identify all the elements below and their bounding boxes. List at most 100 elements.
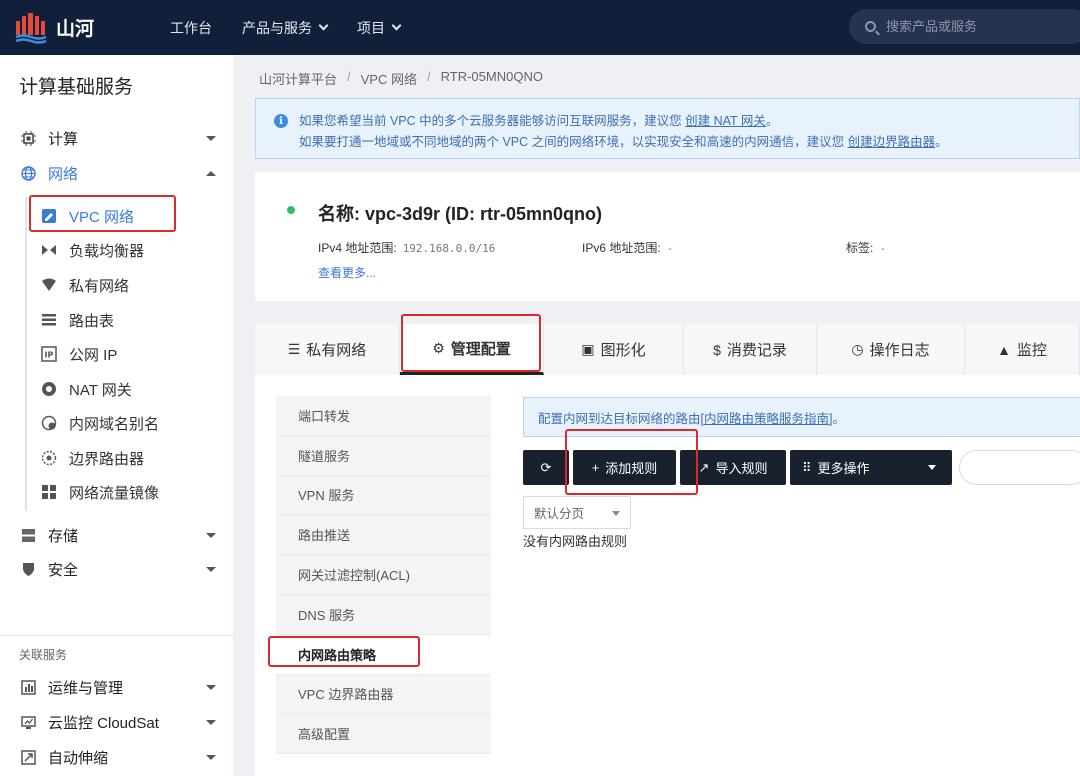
breadcrumb-separator: / bbox=[347, 69, 351, 84]
toolbar: ⟳ + 添加规则 ↗ 导入规则 ⠿ 更多操作 bbox=[523, 450, 956, 485]
storage-icon bbox=[20, 527, 36, 543]
route-policy-guide-link[interactable]: 内网路由策略服务指南 bbox=[704, 408, 829, 427]
tip-text: 配置内网到达目标网络的路由[ bbox=[538, 411, 704, 426]
caret-down-icon bbox=[206, 684, 216, 690]
subnav-advanced[interactable]: 高级配置 bbox=[276, 714, 491, 755]
search-box bbox=[849, 9, 1080, 44]
subnav-vpc-border-router[interactable]: VPC 边界路由器 bbox=[276, 674, 491, 715]
detail-tabs: ☰ 私有网络 ⚙ 管理配置 ▣ 图形化 $ 消费记录 ◷ 操作日志 ▲ 监控 bbox=[255, 324, 1080, 375]
refresh-icon: ⟳ bbox=[540, 459, 552, 475]
sidebar-item-border-router[interactable]: 边界路由器 bbox=[40, 441, 144, 475]
tags-value: - bbox=[879, 242, 886, 255]
topnav-projects-label: 项目 bbox=[357, 19, 385, 36]
logo-icon bbox=[14, 11, 48, 45]
topnav-products[interactable]: 产品与服务 bbox=[242, 18, 329, 38]
sidebar-item-traffic-mirror[interactable]: 网络流量镜像 bbox=[40, 475, 159, 509]
alert-line-1: 如果您希望当前 VPC 中的多个云服务器能够访问互联网服务，建议您 创建 NAT… bbox=[299, 110, 778, 129]
tip-end: ]。 bbox=[829, 411, 845, 426]
load-balancer-icon bbox=[40, 241, 58, 259]
tags: 标签: - bbox=[846, 239, 886, 256]
sidebar-item-route-table[interactable]: 路由表 bbox=[40, 303, 114, 337]
sidebar-item-nat-gateway[interactable]: NAT 网关 bbox=[40, 372, 132, 406]
add-rule-label: 添加规则 bbox=[605, 461, 658, 476]
tab-management-config[interactable]: ⚙ 管理配置 bbox=[400, 324, 544, 375]
plus-icon: + bbox=[591, 460, 600, 475]
alert-line-2: 如果要打通一地域或不同地域的两个 VPC 之间的网络环境，以实现安全和高速的内网… bbox=[299, 131, 948, 150]
pagination-select[interactable]: 默认分页 bbox=[523, 496, 631, 529]
tab-label: 操作日志 bbox=[869, 342, 930, 359]
grid-icon: ⠿ bbox=[802, 459, 812, 475]
create-border-router-link[interactable]: 创建边界路由器 bbox=[848, 135, 936, 149]
subnav-tunnel[interactable]: 隧道服务 bbox=[276, 435, 491, 476]
sidebar-item-label: 网络流量镜像 bbox=[69, 484, 160, 502]
subnav-route-push[interactable]: 路由推送 bbox=[276, 515, 491, 556]
dollar-icon: $ bbox=[713, 341, 721, 358]
sidebar-item-label: 负载均衡器 bbox=[69, 242, 145, 260]
vpc-name: 名称: vpc-3d9r (ID: rtr-05mn0qno) bbox=[318, 204, 603, 224]
subnav-acl[interactable]: 网关过滤控制(ACL) bbox=[276, 555, 491, 595]
caret-up-icon bbox=[206, 170, 216, 176]
topnav-projects[interactable]: 项目 bbox=[357, 18, 402, 38]
tab-label: 监控 bbox=[1016, 342, 1047, 359]
shield-icon bbox=[20, 561, 36, 577]
sidebar-group-autoscale[interactable]: 自动伸缩 bbox=[0, 740, 233, 774]
tab-label: 图形化 bbox=[600, 342, 646, 359]
sidebar-group-security[interactable]: 安全 bbox=[0, 552, 233, 586]
sidebar-group-compute[interactable]: 计算 bbox=[0, 121, 233, 155]
sidebar-item-private-network[interactable]: 私有网络 bbox=[40, 268, 129, 302]
topnav-workbench-label: 工作台 bbox=[170, 19, 212, 36]
sidebar-group-ops[interactable]: 运维与管理 bbox=[0, 670, 233, 704]
subnav-port-forwarding[interactable]: 端口转发 bbox=[276, 396, 491, 436]
breadcrumb-platform[interactable]: 山河计算平台 bbox=[259, 69, 337, 88]
search-input[interactable] bbox=[886, 19, 1076, 34]
refresh-button[interactable]: ⟳ bbox=[523, 450, 569, 485]
sidebar-group-network[interactable]: 网络 bbox=[0, 156, 233, 190]
sidebar-item-load-balancer[interactable]: 负载均衡器 bbox=[40, 233, 144, 267]
sidebar-item-label: 路由表 bbox=[69, 312, 115, 330]
subnav-intranet-route-policy[interactable]: 内网路由策略 bbox=[276, 634, 491, 675]
ipv6-label: IPv6 地址范围: bbox=[582, 241, 661, 255]
sidebar-group-storage[interactable]: 存储 bbox=[0, 518, 233, 552]
image-icon: ▣ bbox=[581, 341, 595, 357]
ipv4-label: IPv4 地址范围: bbox=[318, 241, 397, 255]
more-actions-button[interactable]: ⠿ 更多操作 bbox=[790, 450, 952, 485]
sidebar-item-dns-alias[interactable]: 内网域名别名 bbox=[40, 406, 159, 440]
caret-down-icon bbox=[206, 719, 216, 725]
add-rule-button[interactable]: + 添加规则 bbox=[573, 450, 676, 485]
alert-line-2-text: 如果要打通一地域或不同地域的两个 VPC 之间的网络环境，以实现安全和高速的内网… bbox=[299, 135, 848, 149]
import-rule-button[interactable]: ↗ 导入规则 bbox=[680, 450, 786, 485]
sidebar-item-public-ip[interactable]: IP 公网 IP bbox=[40, 337, 117, 371]
topnav-workbench[interactable]: 工作台 bbox=[170, 18, 212, 38]
nat-icon bbox=[40, 380, 58, 398]
see-more-link[interactable]: 查看更多... bbox=[318, 264, 376, 281]
create-nat-link[interactable]: 创建 NAT 网关 bbox=[685, 114, 766, 128]
filter-input[interactable] bbox=[959, 450, 1080, 485]
pagination-selected: 默认分页 bbox=[534, 507, 585, 521]
subnav-vpn[interactable]: VPN 服务 bbox=[276, 475, 491, 516]
tab-monitor[interactable]: ▲ 监控 bbox=[965, 324, 1080, 375]
vpc-icon bbox=[40, 207, 58, 225]
sidebar-group-label: 云监控 CloudSat bbox=[48, 714, 159, 732]
chevron-down-icon bbox=[318, 20, 329, 31]
gears-icon: ⚙ bbox=[432, 339, 445, 356]
tab-operation-log[interactable]: ◷ 操作日志 bbox=[817, 324, 965, 375]
sidebar-item-vpc[interactable]: VPC 网络 bbox=[40, 199, 134, 233]
top-nav: 工作台 产品与服务 项目 bbox=[170, 18, 430, 38]
ipv6-value: - bbox=[666, 242, 674, 255]
traffic-mirror-icon bbox=[40, 483, 58, 501]
brand-logo[interactable]: 山河 bbox=[14, 11, 170, 45]
tab-graphical[interactable]: ▣ 图形化 bbox=[544, 324, 684, 375]
tags-label: 标签: bbox=[846, 241, 874, 255]
import-rule-label: 导入规则 bbox=[715, 461, 768, 476]
empty-state-text: 没有内网路由规则 bbox=[523, 534, 628, 549]
chart-icon: ▲ bbox=[997, 341, 1011, 358]
breadcrumb-vpc[interactable]: VPC 网络 bbox=[361, 69, 417, 88]
route-table-icon bbox=[40, 311, 58, 329]
tab-private-network[interactable]: ☰ 私有网络 bbox=[255, 324, 400, 375]
subnav-dns[interactable]: DNS 服务 bbox=[276, 594, 491, 635]
monitor-icon bbox=[20, 714, 36, 730]
config-subnav: 端口转发 隧道服务 VPN 服务 路由推送 网关过滤控制(ACL) DNS 服务… bbox=[276, 396, 491, 755]
caret-down-icon bbox=[206, 754, 216, 760]
sidebar-group-monitor[interactable]: 云监控 CloudSat bbox=[0, 705, 233, 739]
tab-billing[interactable]: $ 消费记录 bbox=[684, 324, 817, 375]
